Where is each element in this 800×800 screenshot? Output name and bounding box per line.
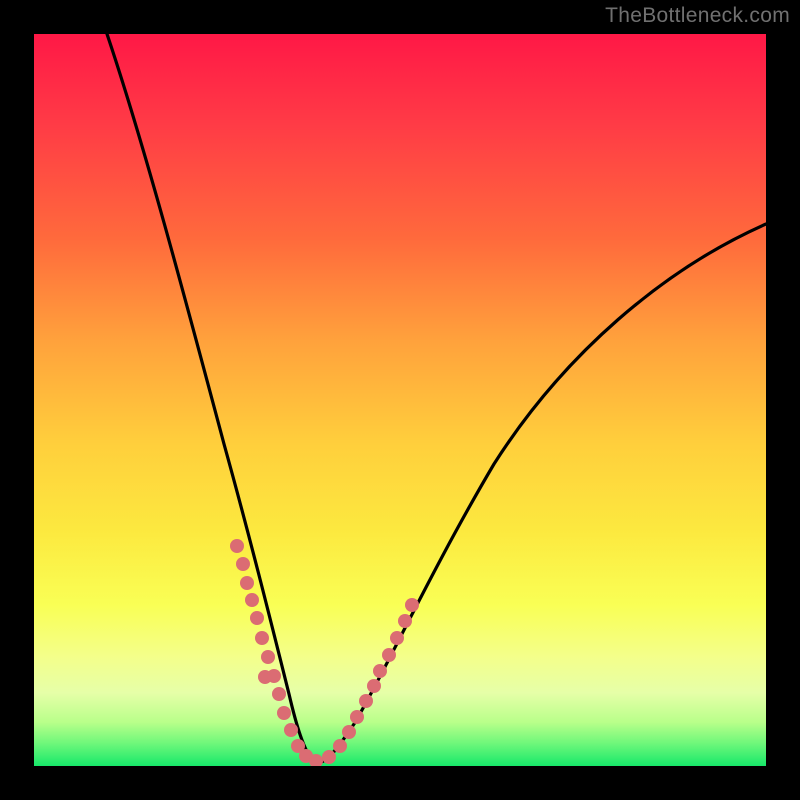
chart-overlay: [34, 34, 766, 766]
bottleneck-curve: [107, 34, 766, 763]
plot-area: [34, 34, 766, 766]
chart-stage: TheBottleneck.com: [0, 0, 800, 800]
dot-cluster-right: [322, 598, 419, 764]
watermark-text: TheBottleneck.com: [605, 4, 790, 28]
dot-cluster-left: [230, 539, 323, 766]
